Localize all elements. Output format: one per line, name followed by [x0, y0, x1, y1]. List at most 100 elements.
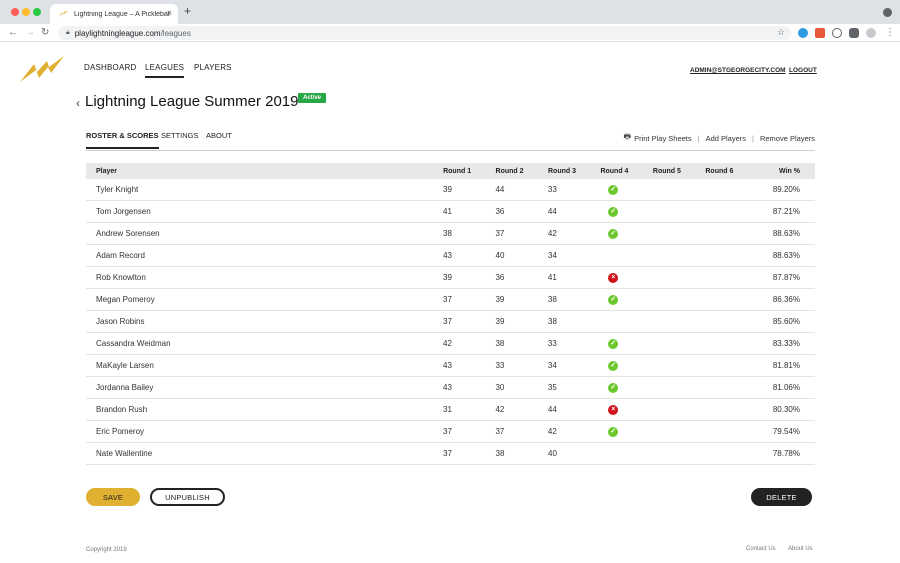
win-percentage: 80.30% — [772, 405, 800, 414]
account-email-link[interactable]: ADMIN@STGEORGECITY.COM — [690, 67, 786, 74]
window-close-button[interactable] — [11, 8, 19, 16]
round-4-status: ✓ — [600, 338, 653, 349]
player-name: Nate Wallentine — [96, 449, 153, 458]
profile-avatar-icon[interactable] — [866, 28, 876, 38]
player-name: Tyler Knight — [96, 185, 139, 194]
tab-close-icon[interactable]: × — [167, 9, 172, 18]
col-round-2[interactable]: Round 2 — [496, 168, 548, 175]
check-icon: ✓ — [608, 207, 619, 217]
round-1-score: 31 — [443, 405, 452, 414]
round-4-status: ✓ — [600, 426, 653, 437]
table-row[interactable]: Nate Wallentine 37 38 40 78.78% — [86, 443, 815, 465]
unpublish-button[interactable]: UNPUBLISH — [150, 488, 225, 506]
round-2-score: 42 — [495, 405, 505, 414]
contact-us-link[interactable]: Contact Us — [746, 546, 776, 552]
lock-icon: 🔒︎ — [66, 29, 70, 36]
tab-roster-scores[interactable]: ROSTER & SCORES — [86, 131, 159, 149]
table-row[interactable]: Jason Robins 37 39 38 85.60% — [86, 311, 815, 333]
address-bar: ← → ↻ 🔒︎ playlightningleague.com/leagues… — [0, 24, 900, 42]
window-minimize-button[interactable] — [22, 8, 30, 16]
forward-arrow-icon[interactable]: → — [25, 27, 35, 39]
add-players-link[interactable]: Add Players — [706, 134, 746, 143]
new-tab-button[interactable]: + — [184, 5, 191, 17]
col-round-5[interactable]: Round 5 — [653, 168, 705, 175]
browser-menu-icon[interactable]: ⋮ — [885, 27, 895, 39]
copyright-text: Copyright 2019 — [86, 547, 127, 553]
browser-tab[interactable]: Lightning League – A Pickleball × — [50, 4, 178, 24]
status-badge: Active — [298, 93, 327, 103]
round-1-score: 38 — [443, 229, 452, 238]
extension-icon-2[interactable] — [815, 28, 825, 38]
table-row[interactable]: Cassandra Weidman 42 38 33 ✓ 83.33% — [86, 333, 815, 355]
table-row[interactable]: Eric Pomeroy 37 37 42 ✓ 79.54% — [86, 421, 815, 443]
url-field[interactable]: 🔒︎ playlightningleague.com/leagues ☆ — [58, 26, 791, 40]
roster-table: Player Round 1 Round 2 Round 3 Round 4 R… — [86, 163, 815, 465]
round-4-status: ✓ — [600, 206, 653, 217]
bookmark-star-icon[interactable]: ☆ — [777, 27, 785, 38]
extensions-puzzle-icon[interactable] — [849, 28, 859, 38]
col-round-3[interactable]: Round 3 — [548, 168, 600, 175]
round-2-score: 33 — [495, 361, 505, 370]
player-name: Cassandra Weidman — [96, 339, 171, 348]
table-row[interactable]: Rob Knowlton 39 36 41 × 87.87% — [86, 267, 815, 289]
table-row[interactable]: Andrew Sorensen 38 37 42 ✓ 88.63% — [86, 223, 815, 245]
table-row[interactable]: Tom Jorgensen 41 36 44 ✓ 87.21% — [86, 201, 815, 223]
table-row[interactable]: Adam Record 43 40 34 88.63% — [86, 245, 815, 267]
save-button[interactable]: SAVE — [86, 488, 140, 506]
player-name: Megan Pomeroy — [96, 295, 155, 304]
win-percentage: 83.33% — [772, 339, 800, 348]
round-1-score: 43 — [443, 251, 452, 260]
table-row[interactable]: MaKayle Larsen 43 33 34 ✓ 81.81% — [86, 355, 815, 377]
col-round-1[interactable]: Round 1 — [443, 168, 495, 175]
table-row[interactable]: Tyler Knight 39 44 33 ✓ 89.20% — [86, 179, 815, 201]
win-percentage: 79.54% — [772, 427, 800, 436]
round-1-score: 39 — [443, 185, 452, 194]
back-chevron-icon[interactable]: ‹ — [76, 96, 80, 110]
table-header: Player Round 1 Round 2 Round 3 Round 4 R… — [86, 163, 815, 179]
col-round-4[interactable]: Round 4 — [600, 168, 652, 175]
round-1-score: 37 — [443, 427, 452, 436]
extension-icon-1[interactable] — [798, 28, 808, 38]
round-2-score: 30 — [495, 383, 505, 392]
separator: | — [752, 133, 754, 143]
reload-icon[interactable]: ↻ — [41, 27, 49, 39]
table-body: Tyler Knight 39 44 33 ✓ 89.20% Tom Jorgensen 41… — [86, 179, 815, 465]
profile-menu-icon[interactable] — [883, 8, 892, 17]
round-2-score: 39 — [495, 317, 505, 326]
win-percentage: 86.36% — [772, 295, 800, 304]
remove-players-link[interactable]: Remove Players — [760, 134, 815, 143]
round-1-score: 43 — [443, 361, 452, 370]
check-icon: ✓ — [608, 339, 619, 349]
print-play-sheets-link[interactable]: Print Play Sheets — [634, 134, 692, 143]
logout-link[interactable]: LOGOUT — [789, 67, 817, 74]
about-us-link[interactable]: About Us — [788, 546, 813, 552]
lightning-favicon-icon — [58, 11, 68, 17]
nav-dashboard[interactable]: DASHBOARD — [84, 63, 136, 72]
table-row[interactable]: Jordanna Bailey 43 30 35 ✓ 81.06% — [86, 377, 815, 399]
round-3-score: 42 — [547, 229, 557, 238]
table-row[interactable]: Megan Pomeroy 37 39 38 ✓ 86.36% — [86, 289, 815, 311]
col-player[interactable]: Player — [86, 168, 443, 175]
table-row[interactable]: Brandon Rush 31 42 44 × 80.30% — [86, 399, 815, 421]
extension-icon-3[interactable] — [832, 28, 842, 38]
round-3-score: 33 — [547, 339, 557, 348]
col-win-pct[interactable]: Win % — [758, 168, 815, 175]
back-arrow-icon[interactable]: ← — [8, 27, 18, 39]
roster-actions: 🖶︎ Print Play Sheets | Add Players | Rem… — [624, 131, 815, 145]
delete-button[interactable]: DELETE — [751, 488, 812, 506]
nav-leagues[interactable]: LEAGUES — [145, 63, 185, 78]
round-4-status: ✓ — [600, 360, 653, 371]
round-1-score: 37 — [443, 449, 452, 458]
round-1-score: 37 — [443, 317, 452, 326]
tab-settings[interactable]: SETTINGS — [161, 131, 199, 140]
round-3-score: 44 — [547, 405, 557, 414]
nav-players[interactable]: PLAYERS — [194, 63, 232, 72]
check-icon: ✓ — [608, 383, 619, 393]
round-2-score: 37 — [495, 427, 505, 436]
lightning-logo-icon[interactable] — [20, 56, 64, 82]
round-4-status: × — [600, 272, 653, 283]
window-zoom-button[interactable] — [33, 8, 41, 16]
col-round-6[interactable]: Round 6 — [705, 168, 757, 175]
round-1-score: 42 — [443, 339, 452, 348]
tab-about[interactable]: ABOUT — [206, 131, 232, 140]
